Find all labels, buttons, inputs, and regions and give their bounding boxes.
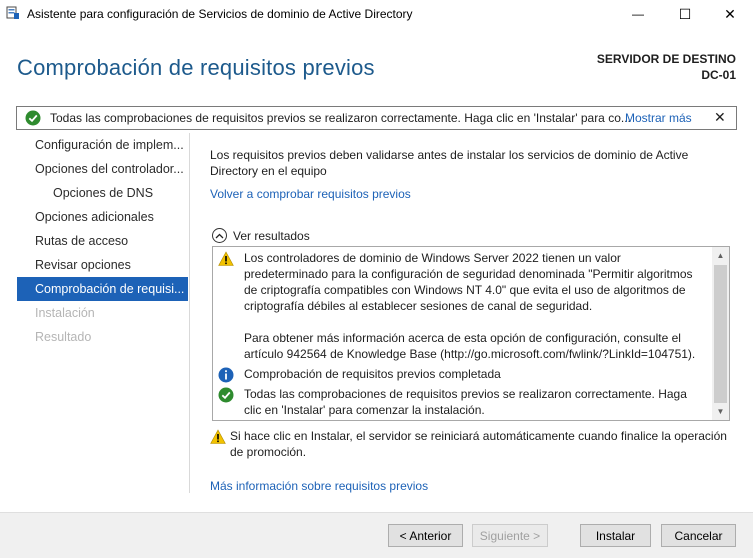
warning-icon <box>218 251 234 266</box>
view-results-label: Ver resultados <box>233 228 310 243</box>
result-text: Los controladores de dominio de Windows … <box>244 251 693 313</box>
result-item: Todas las comprobaciones de requisitos p… <box>218 386 706 418</box>
destination-server-label: SERVIDOR DE DESTINO <box>596 52 736 66</box>
sidebar-item-installation: Instalación <box>35 306 95 320</box>
sidebar-divider <box>189 133 190 493</box>
success-check-icon <box>25 110 41 126</box>
chevron-up-icon <box>212 228 227 243</box>
scroll-down-icon[interactable]: ▼ <box>712 403 729 420</box>
cancel-button[interactable]: Cancelar <box>661 524 736 547</box>
result-item: Comprobación de requisitos previos compl… <box>218 366 706 383</box>
sidebar-item-dns-options[interactable]: Opciones de DNS <box>17 181 188 205</box>
title-bar: Asistente para configuración de Servicio… <box>0 0 753 28</box>
destination-server: SERVIDOR DE DESTINO DC-01 <box>597 51 736 83</box>
wizard-footer: < Anterior Siguiente > Instalar Cancelar <box>0 512 753 558</box>
result-text: Todas las comprobaciones de requisitos p… <box>244 387 687 417</box>
sidebar-item-additional-options[interactable]: Opciones adicionales <box>17 205 188 229</box>
maximize-icon: ☐ <box>678 5 692 22</box>
info-icon <box>218 367 234 383</box>
result-spacer <box>218 331 234 347</box>
warning-icon <box>210 429 226 444</box>
window-title: Asistente para configuración de Servicio… <box>27 7 413 21</box>
results-panel: Los controladores de dominio de Windows … <box>212 246 730 421</box>
results-list: Los controladores de dominio de Windows … <box>213 247 713 420</box>
dismiss-notification-icon[interactable]: ✕ <box>714 109 726 126</box>
success-check-icon <box>218 387 234 403</box>
minimize-icon: — <box>632 7 644 21</box>
maximize-button[interactable]: ☐ <box>662 0 708 28</box>
sidebar-item-dc-options[interactable]: Opciones del controlador... <box>17 157 188 181</box>
restart-warning-text: Si hace clic en Instalar, el servidor se… <box>230 429 727 459</box>
main-content: Los requisitos previos deben validarse a… <box>210 147 740 179</box>
restart-warning: Si hace clic en Instalar, el servidor se… <box>210 428 740 460</box>
intro-text: Los requisitos previos deben validarse a… <box>210 148 689 178</box>
notification-message: Todas las comprobaciones de requisitos p… <box>50 111 631 125</box>
page-title: Comprobación de requisitos previos <box>17 55 375 80</box>
notification-bar: Todas las comprobaciones de requisitos p… <box>16 106 737 130</box>
sidebar-item-review-options[interactable]: Revisar opciones <box>17 253 188 277</box>
next-button: Siguiente > <box>472 524 548 547</box>
view-results-toggle[interactable]: Ver resultados <box>212 228 310 243</box>
install-button[interactable]: Instalar <box>580 524 651 547</box>
sidebar-item-paths[interactable]: Rutas de acceso <box>17 229 188 253</box>
show-more-link[interactable]: Mostrar más <box>625 111 692 125</box>
close-window-button[interactable]: ✕ <box>707 0 753 28</box>
destination-server-name: DC-01 <box>701 68 736 82</box>
close-icon: ✕ <box>724 5 736 22</box>
sidebar-item-results: Resultado <box>35 330 92 344</box>
recheck-prerequisites-link[interactable]: Volver a comprobar requisitos previos <box>210 187 411 201</box>
scrollbar-thumb[interactable] <box>714 265 727 403</box>
result-item: Para obtener más información acerca de e… <box>218 330 706 362</box>
results-scrollbar[interactable]: ▲ ▼ <box>712 247 729 420</box>
minimize-button[interactable]: — <box>615 0 661 28</box>
result-item: Los controladores de dominio de Windows … <box>218 250 706 314</box>
sidebar-item-deployment-config[interactable]: Configuración de implem... <box>17 133 188 157</box>
scroll-up-icon[interactable]: ▲ <box>712 247 729 264</box>
result-text: Comprobación de requisitos previos compl… <box>244 367 501 381</box>
previous-button[interactable]: < Anterior <box>388 524 463 547</box>
result-text: Para obtener más información acerca de e… <box>244 331 696 361</box>
sidebar-item-prerequisites-check[interactable]: Comprobación de requisi... <box>17 277 188 301</box>
more-info-link[interactable]: Más información sobre requisitos previos <box>210 479 428 493</box>
server-manager-icon <box>6 6 19 19</box>
wizard-steps-sidebar: Configuración de implem... Opciones del … <box>17 133 188 349</box>
